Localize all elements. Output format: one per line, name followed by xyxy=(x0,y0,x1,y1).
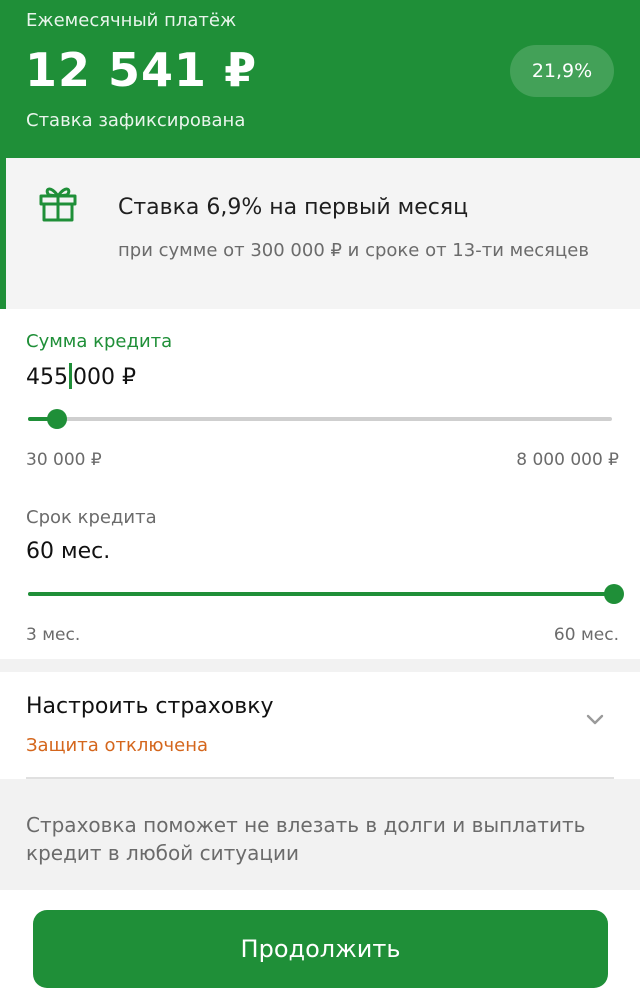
loan-amount-min: 30 000 ₽ xyxy=(26,450,102,470)
insurance-note: Страховка поможет не влезать в долги и в… xyxy=(0,779,640,890)
section-separator xyxy=(0,659,640,672)
payment-caption: Ежемесячный платёж xyxy=(26,10,237,31)
loan-term-label: Срок кредита xyxy=(26,507,157,528)
insurance-note-text: Страховка поможет не влезать в долги и в… xyxy=(26,813,586,865)
chevron-down-icon[interactable] xyxy=(584,708,606,730)
loan-term-slider[interactable] xyxy=(28,584,624,604)
payment-header: Ежемесячный платёж 12 541 ₽ Ставка зафик… xyxy=(0,0,640,158)
rate-fixed-status: Ставка зафиксирована xyxy=(26,110,246,131)
loan-amount-slider-thumb[interactable] xyxy=(47,409,68,429)
loan-term-input[interactable]: 60 мес. xyxy=(26,538,110,566)
loan-amount-value-part1: 455 xyxy=(26,365,68,390)
rate-badge[interactable]: 21,9% xyxy=(510,45,614,97)
promo-banner[interactable]: Ставка 6,9% на первый месяц при сумме от… xyxy=(0,158,640,309)
loan-amount-value-part2: 000 ₽ xyxy=(73,365,136,390)
text-caret xyxy=(69,363,72,389)
loan-amount-max: 8 000 000 ₽ xyxy=(516,450,619,470)
loan-term-slider-thumb[interactable] xyxy=(604,584,624,604)
loan-amount-input[interactable]: 455 000 ₽ xyxy=(26,363,136,392)
loan-amount-label: Сумма кредита xyxy=(26,331,173,352)
gift-icon xyxy=(39,187,77,222)
promo-title: Ставка 6,9% на первый месяц xyxy=(118,195,469,220)
promo-description: при сумме от 300 000 ₽ и сроке от 13-ти … xyxy=(118,240,589,261)
monthly-payment-amount: 12 541 ₽ xyxy=(25,43,258,97)
loan-term-min: 3 мес. xyxy=(26,625,81,645)
loan-amount-slider[interactable] xyxy=(28,409,612,429)
loan-term-max: 60 мес. xyxy=(553,625,619,645)
insurance-status: Защита отключена xyxy=(26,735,208,756)
continue-button[interactable]: Продолжить xyxy=(33,910,608,988)
loan-term-slider-fill xyxy=(28,592,614,596)
insurance-title[interactable]: Настроить страховку xyxy=(26,693,274,721)
